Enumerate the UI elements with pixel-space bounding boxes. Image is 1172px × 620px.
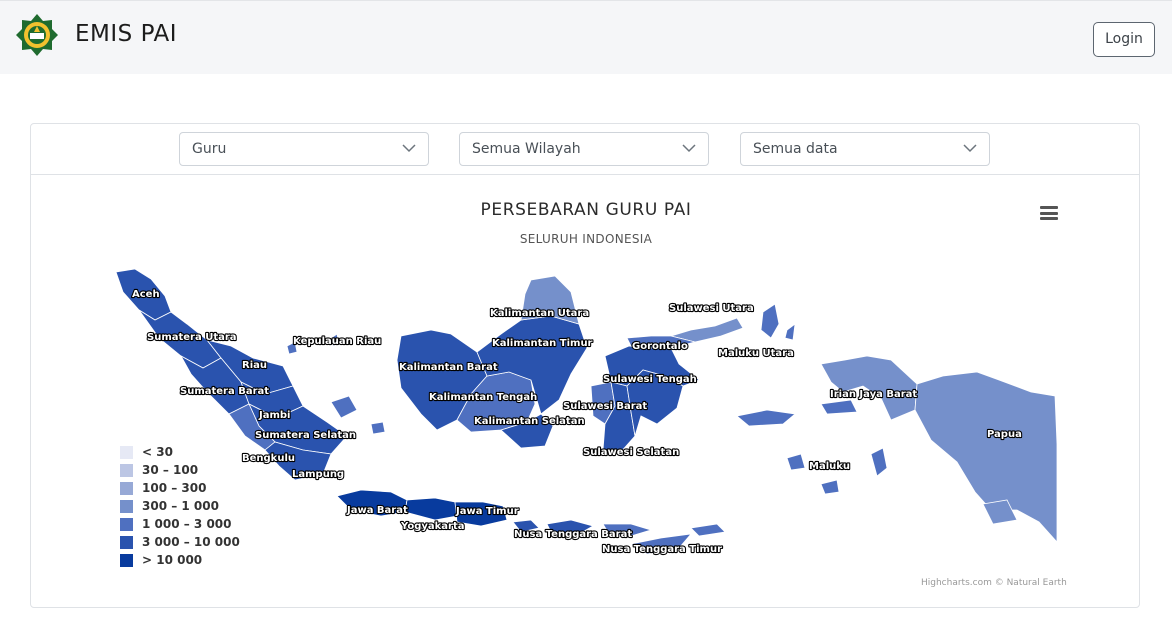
- label-kalimantan-barat: Kalimantan Barat: [399, 362, 498, 373]
- legend-swatch: [120, 464, 133, 477]
- legend-item[interactable]: 1 000 – 3 000: [120, 516, 240, 534]
- label-riau: Riau: [242, 360, 267, 371]
- legend-label: 3 000 – 10 000: [142, 535, 240, 549]
- label-sulawesi-selatan: Sulawesi Selatan: [583, 447, 679, 458]
- login-button[interactable]: Login: [1093, 22, 1155, 57]
- app-title: EMIS PAI: [75, 21, 177, 47]
- label-kalimantan-timur: Kalimantan Timur: [492, 338, 593, 349]
- legend-swatch: [120, 554, 133, 567]
- label-nusa-tenggara-timur: Nusa Tenggara Timur: [602, 544, 722, 555]
- legend-item[interactable]: 30 – 100: [120, 462, 240, 480]
- legend-swatch: [120, 518, 133, 531]
- chart-credits[interactable]: Highcharts.com © Natural Earth: [921, 578, 1067, 588]
- label-sulawesi-tengah: Sulawesi Tengah: [603, 374, 697, 385]
- legend-label: 300 – 1 000: [142, 499, 219, 513]
- region-maluku-utara[interactable]: [760, 303, 796, 341]
- legend-swatch: [120, 500, 133, 513]
- legend-swatch: [120, 536, 133, 549]
- label-irian-jaya-barat: Irian Jaya Barat: [830, 389, 917, 400]
- region-bangka-belitung[interactable]: [330, 395, 386, 435]
- legend-label: > 10 000: [142, 553, 203, 567]
- label-sulawesi-barat: Sulawesi Barat: [563, 401, 647, 412]
- legend-swatch: [120, 446, 133, 459]
- label-jawa-timur: Jawa Timur: [455, 506, 519, 517]
- label-aceh: Aceh: [132, 289, 160, 300]
- label-sumatera-utara: Sumatera Utara: [147, 332, 237, 343]
- legend-label: 1 000 – 3 000: [142, 517, 232, 531]
- label-jawa-barat: Jawa Barat: [346, 505, 408, 516]
- map-legend: < 30 30 – 100 100 – 300 300 – 1 000 1 00…: [120, 444, 240, 570]
- legend-item[interactable]: < 30: [120, 444, 240, 462]
- label-papua: Papua: [987, 429, 1022, 440]
- legend-item[interactable]: 100 – 300: [120, 480, 240, 498]
- label-gorontalo: Gorontalo: [632, 341, 688, 352]
- label-yogyakarta: Yogyakarta: [400, 521, 464, 532]
- label-kalimantan-selatan: Kalimantan Selatan: [474, 416, 585, 427]
- label-kalimantan-utara: Kalimantan Utara: [490, 308, 589, 319]
- label-maluku: Maluku: [809, 461, 850, 472]
- legend-item[interactable]: > 10 000: [120, 552, 240, 570]
- label-lampung: Lampung: [292, 469, 344, 480]
- region-papua[interactable]: [914, 371, 1058, 544]
- label-sumatera-selatan: Sumatera Selatan: [255, 430, 356, 441]
- kemenag-emblem-icon[interactable]: [15, 13, 59, 57]
- label-sulawesi-utara: Sulawesi Utara: [669, 303, 754, 314]
- legend-item[interactable]: 300 – 1 000: [120, 498, 240, 516]
- region-jawa-tengah[interactable]: [404, 497, 458, 521]
- label-sumatera-barat: Sumatera Barat: [180, 386, 269, 397]
- label-bengkulu: Bengkulu: [242, 453, 295, 464]
- label-maluku-utara: Maluku Utara: [718, 348, 794, 359]
- legend-item[interactable]: 3 000 – 10 000: [120, 534, 240, 552]
- label-jambi: Jambi: [258, 410, 290, 421]
- map-card: Guru Semua Wilayah Semua data PERSEBARAN…: [30, 123, 1140, 608]
- label-kalimantan-tengah: Kalimantan Tengah: [429, 392, 537, 403]
- legend-label: < 30: [142, 445, 173, 459]
- legend-label: 100 – 300: [142, 481, 207, 495]
- label-nusa-tenggara-barat: Nusa Tenggara Barat: [514, 529, 632, 540]
- legend-swatch: [120, 482, 133, 495]
- region-maluku[interactable]: [736, 399, 888, 495]
- top-navbar: EMIS PAI Login: [0, 0, 1172, 74]
- label-kepulauan-riau: Kepulauan Riau: [293, 336, 381, 347]
- legend-label: 30 – 100: [142, 463, 199, 477]
